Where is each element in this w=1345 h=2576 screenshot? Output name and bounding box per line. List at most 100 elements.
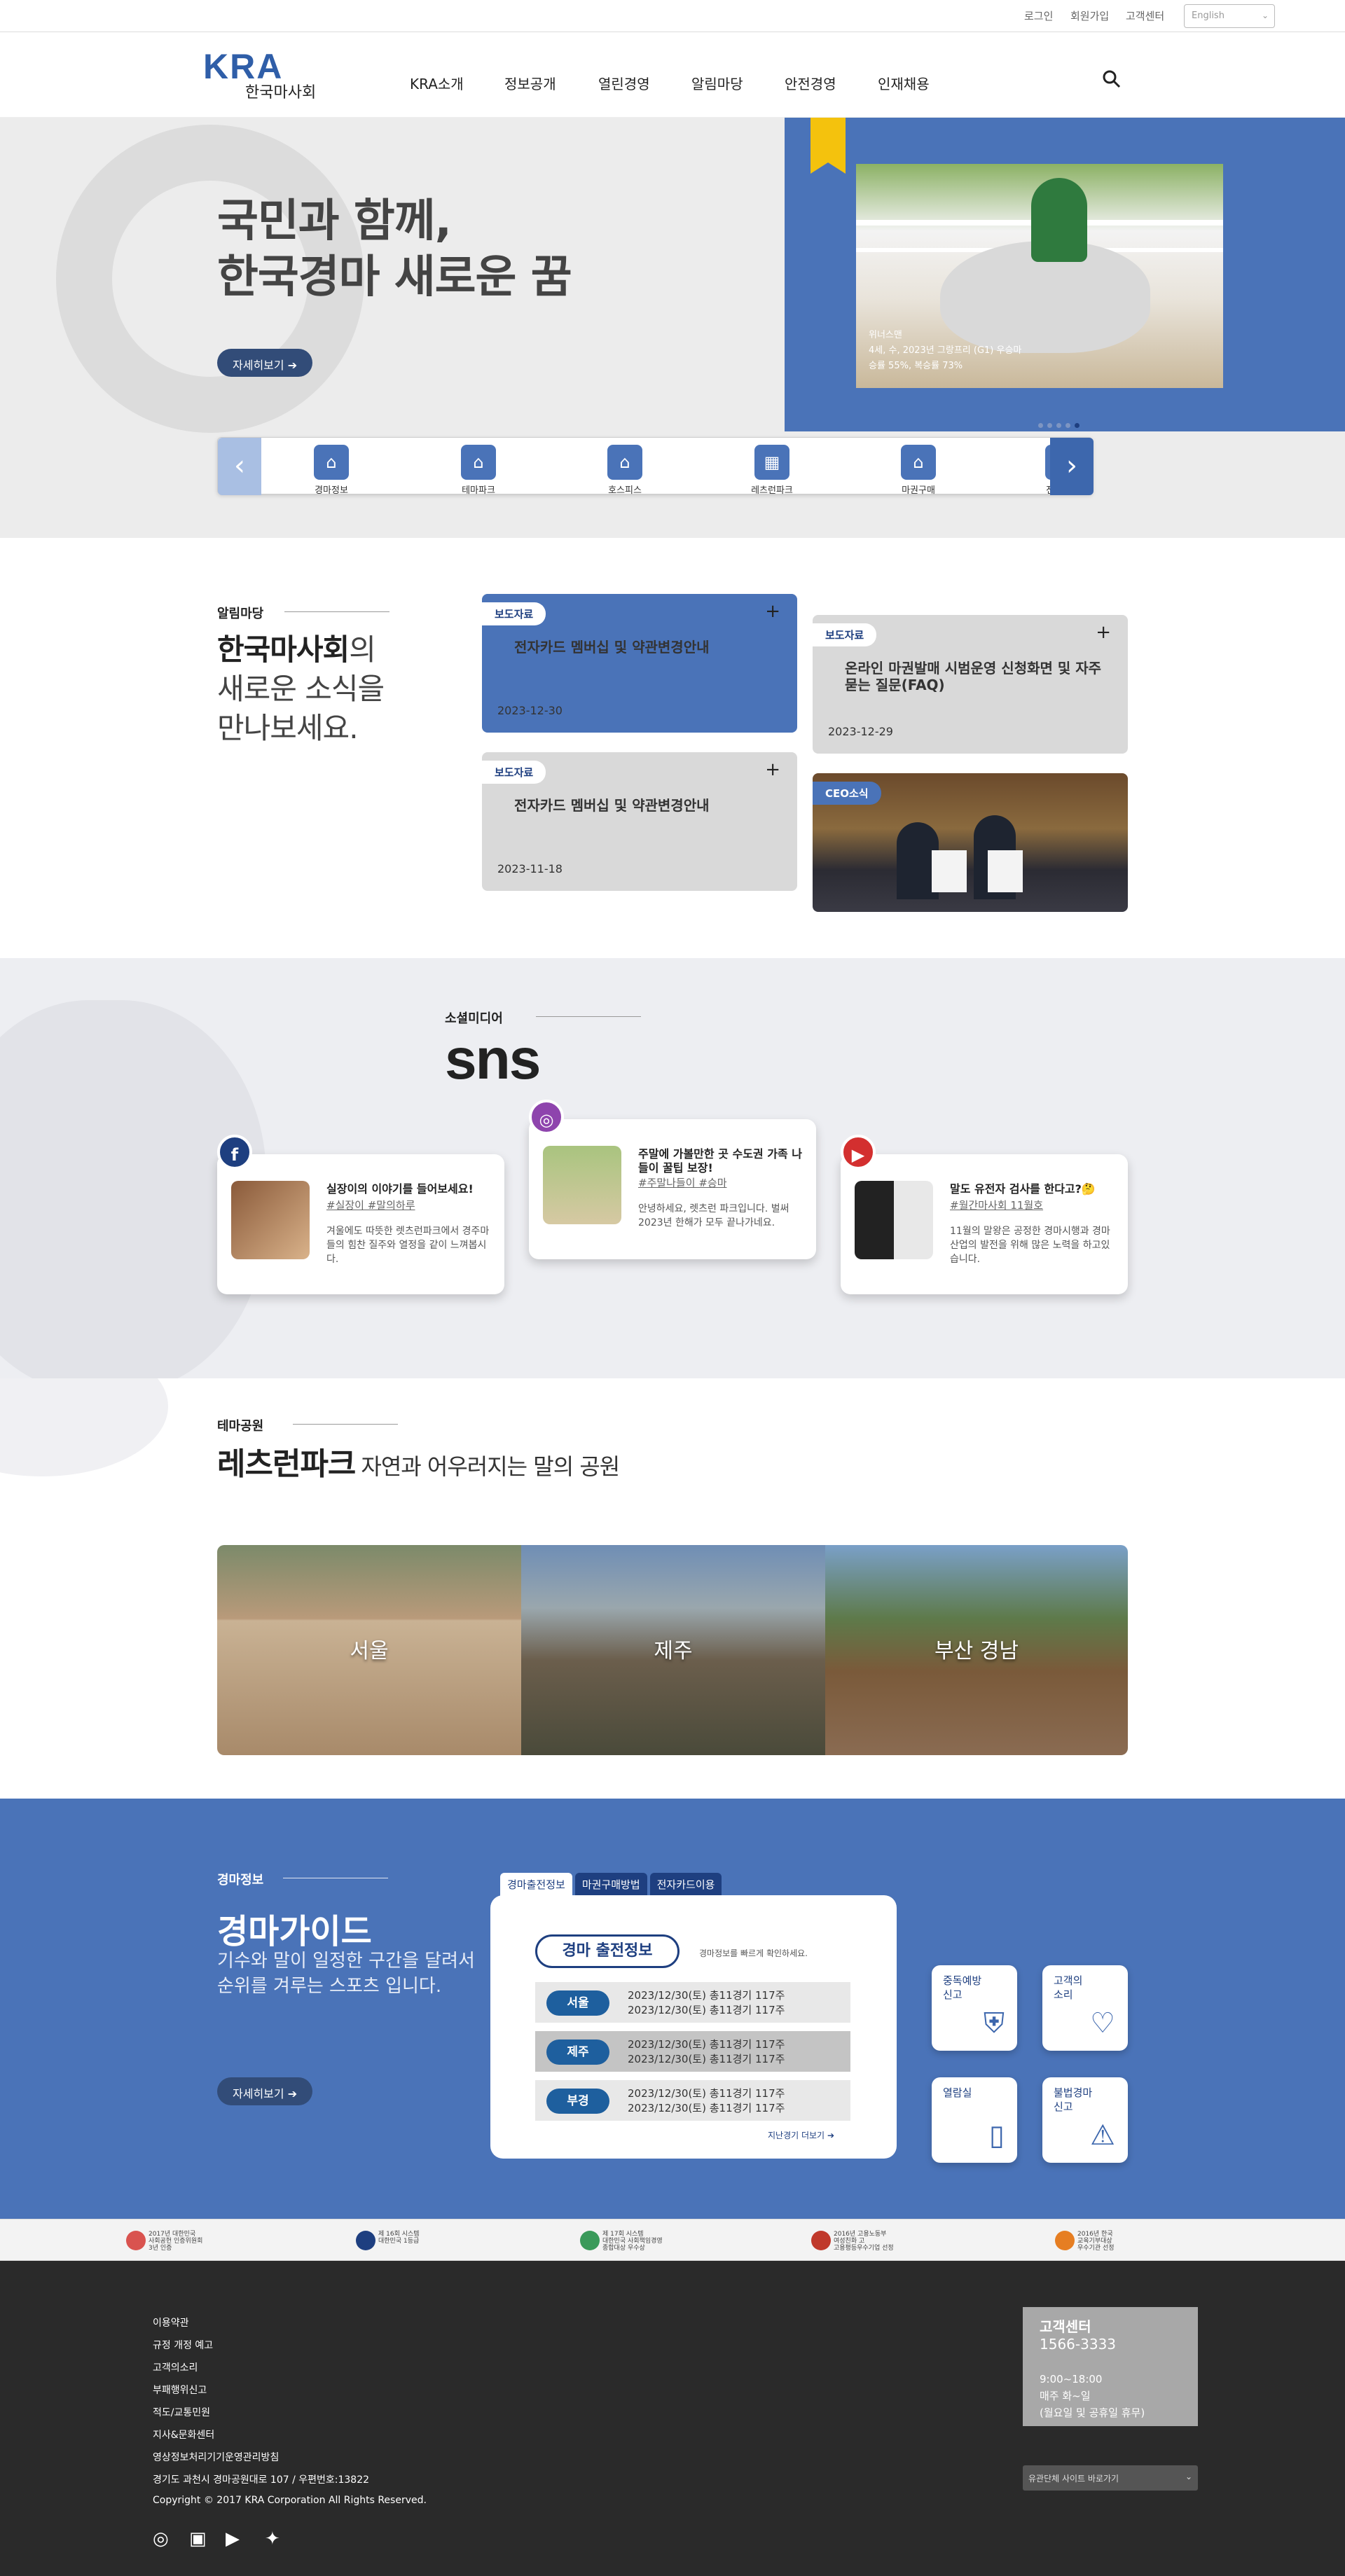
service-link[interactable]: 고객센터 (1126, 8, 1164, 23)
youtube-icon[interactable]: ▶ (226, 2528, 240, 2549)
tab-e-card[interactable]: 전자카드이용 (649, 1873, 722, 1896)
illegal-racing-report-button[interactable]: 불법경마 신고 ⚠ (1042, 2077, 1128, 2163)
sns-post-hashtags[interactable]: #실장이 #말의하루 (326, 1198, 415, 1212)
youtube-icon[interactable]: ▶ (841, 1135, 876, 1170)
racing-info-icon: ⌂ (314, 445, 349, 480)
addiction-report-button[interactable]: 중독예방 신고 ⛨ (932, 1965, 1017, 2051)
race-row-busan[interactable]: 부경 2023/12/30(토) 총11경기 117주 2023/12/30(토) … (535, 2080, 850, 2121)
past-races-link[interactable]: 지난경기 더보기 ➔ (768, 2129, 834, 2141)
news-tag-label: 알림마당 (217, 607, 264, 621)
nav-item-open-management[interactable]: 열린경영 (598, 73, 650, 93)
quick-item-betting[interactable]: ⌂ 마권구매 (876, 445, 960, 496)
language-select[interactable]: English ⌄ (1184, 4, 1275, 28)
park-jeju[interactable]: 제주 (521, 1545, 825, 1755)
news-card[interactable]: 보도자료 + 온라인 마권발매 시범운영 신청화면 및 자주 묻는 질문(FAQ… (813, 615, 1128, 754)
footer-link-corruption[interactable]: 부패행위신고 (153, 2383, 207, 2397)
plus-icon[interactable]: + (1096, 622, 1111, 643)
park-busan[interactable]: 부산 경남 (825, 1545, 1128, 1755)
slide-dot-active[interactable] (1075, 423, 1080, 428)
place-badge: 서울 (546, 1990, 609, 2016)
quick-prev-arrow-icon[interactable]: ‹ (218, 438, 261, 495)
quick-item-letsrun[interactable]: ▦ 레츠런파크 (730, 445, 814, 496)
guide-more-button[interactable]: 자세히보기 ➔ (217, 2077, 313, 2105)
sns-post-title: 주말에 가볼만한 곳 수도권 가족 나들이 꿀팁 보장! (638, 1147, 802, 1175)
family-site-select[interactable]: 유관단체 사이트 바로가기 ⌄ (1023, 2465, 1198, 2491)
themepark-icon: ⌂ (461, 445, 496, 480)
search-icon[interactable] (1101, 69, 1122, 90)
footer-link-branches[interactable]: 지사&문화센터 (153, 2428, 214, 2442)
past-races-label: 지난경기 더보기 (768, 2131, 825, 2140)
theme-title-main: 레츠런파크 (217, 1446, 356, 1482)
footer-link-rules[interactable]: 규정 개정 예고 (153, 2338, 213, 2352)
award-text: 제 17회 시스템 (602, 2231, 644, 2238)
hero-caption-stats: 승률 55%, 복승률 73% (869, 361, 963, 371)
reading-room-button[interactable]: 열람실 ▯ (932, 2077, 1017, 2163)
guide-subtitle-line1: 기수와 말이 일정한 구간을 달려서 (217, 1951, 475, 1972)
quick-item-horsepis[interactable]: ⌂ 호스피스 (583, 445, 667, 496)
ceo-news-card[interactable]: CEO소식 (813, 773, 1128, 912)
quick-item-racing[interactable]: ⌂ 경마정보 (289, 445, 373, 496)
park-seoul[interactable]: 서울 (217, 1545, 521, 1755)
chevron-down-icon: ⌄ (1261, 11, 1269, 20)
plus-icon[interactable]: + (765, 759, 780, 780)
main-header: KRA 한국마사회 KRA소개 정보공개 열린경영 알림마당 안전경영 인재채용 (0, 32, 1345, 118)
family-site-value: 유관단체 사이트 바로가기 (1028, 2474, 1119, 2484)
slide-dot[interactable] (1056, 423, 1061, 428)
news-card[interactable]: 보도자료 + 전자카드 멤버십 및 약관변경안내 2023-12-30 (482, 594, 797, 733)
award-logo-icon (1055, 2231, 1075, 2250)
instagram-icon[interactable]: ◎ (153, 2528, 169, 2549)
footer-link-terms[interactable]: 이용약관 (153, 2315, 189, 2329)
plus-icon[interactable]: + (765, 601, 780, 622)
facebook-icon[interactable]: ▣ (189, 2528, 207, 2549)
quick-menu-bar: ‹ ⌂경마정보 ⌂테마파크 ⌂호스피스 ▦레츠런파크 ⌂마권구매 ⚒전자입찰 › (217, 437, 1094, 496)
quick-item-label: 레츠런파크 (751, 485, 793, 496)
join-link[interactable]: 회원가입 (1070, 8, 1109, 23)
footer-link-traffic[interactable]: 적도/교통민원 (153, 2405, 210, 2419)
news-section: 알림마당 한국마사회의 새로운 소식을 만나보세요. 보도자료 + 전자카드 멤버십… (0, 538, 1345, 958)
youtube-post-card[interactable]: ▶ 말도 유전자 검사를 한다고?🤔 #월간마사회 11월호 11월의 말왕은 … (841, 1135, 1128, 1294)
news-title-line2: 새로운 소식을 (217, 672, 385, 706)
race-row-jeju[interactable]: 제주 2023/12/30(토) 총11경기 117주 2023/12/30(토) … (535, 2031, 850, 2072)
slide-dot[interactable] (1065, 423, 1070, 428)
instagram-post-card[interactable]: ◎ 주말에 가볼만한 곳 수도권 가족 나들이 꿀팁 보장! #주말나들이 #승… (529, 1100, 816, 1259)
instagram-icon[interactable]: ◎ (529, 1100, 564, 1135)
facebook-post-card[interactable]: f 실장이의 이야기를 들어보세요! #실장이 #말의하루 겨울에도 따뜻한 렛… (217, 1135, 504, 1294)
kra-logo[interactable]: KRA 한국마사회 (203, 46, 336, 102)
nav-item-notice[interactable]: 알림마당 (691, 73, 743, 93)
award-text: 종합대상 우수상 (602, 2245, 645, 2252)
tag-divider (293, 1424, 398, 1425)
news-card-date: 2023-11-18 (497, 862, 563, 875)
nav-item-recruit[interactable]: 인재채용 (878, 73, 930, 93)
footer-copyright: Copyright © 2017 KRA Corporation All Rig… (153, 2495, 427, 2506)
news-card[interactable]: 보도자료 + 전자카드 멤버십 및 약관변경안내 2023-11-18 (482, 752, 797, 891)
award-logo-icon (126, 2231, 146, 2250)
sns-post-hashtags[interactable]: #주말나들이 #승마 (638, 1175, 727, 1190)
sns-post-body: 겨울에도 따뜻한 렛츠런파크에서 경주마들의 힘찬 질주와 열정을 같이 느껴봅… (326, 1226, 490, 1265)
race-row-seoul[interactable]: 서울 2023/12/30(토) 총11경기 117주 2023/12/30(토) … (535, 1982, 850, 2023)
document-shape (988, 850, 1023, 892)
footer-link-cctv[interactable]: 영상정보처리기기운영관리방침 (153, 2450, 279, 2464)
square-label-line1: 중독예방 (943, 1974, 982, 1987)
quick-next-arrow-icon[interactable]: › (1050, 438, 1094, 495)
award-item: 제 17회 시스템 대한민국 사회책임경영 종합대상 우수상 (580, 2231, 663, 2252)
quick-item-themepark[interactable]: ⌂ 테마파크 (436, 445, 520, 496)
sns-post-hashtags[interactable]: #월간마사회 11월호 (950, 1198, 1043, 1212)
footer-link-voice[interactable]: 고객의소리 (153, 2360, 198, 2374)
nav-item-disclosure[interactable]: 정보공개 (504, 73, 556, 93)
news-section-tag: 알림마당 (217, 604, 389, 622)
facebook-icon[interactable]: f (217, 1135, 252, 1170)
slide-dot[interactable] (1047, 423, 1052, 428)
hero-more-button[interactable]: 자세히보기 ➔ (217, 349, 313, 377)
guide-subtitle: 기수와 말이 일정한 구간을 달려서 순위를 겨루는 스포츠 입니다. (217, 1948, 475, 1999)
nav-item-safety[interactable]: 안전경영 (785, 73, 836, 93)
news-card-tag: 보도자료 (482, 761, 546, 784)
twitter-icon[interactable]: ✦ (265, 2528, 280, 2549)
tab-race-entry[interactable]: 경마출전정보 (500, 1873, 572, 1896)
customer-voice-button[interactable]: 고객의 소리 ♡ (1042, 1965, 1128, 2051)
tab-betting-method[interactable]: 마권구매방법 (574, 1873, 647, 1896)
login-link[interactable]: 로그인 (1024, 8, 1053, 23)
news-title: 한국마사회의 새로운 소식을 만나보세요. (217, 630, 385, 748)
nav-item-about[interactable]: KRA소개 (410, 73, 464, 93)
slide-dot[interactable] (1038, 423, 1043, 428)
news-card-title: 온라인 마권발매 시범운영 신청화면 및 자주 묻는 질문(FAQ) (845, 660, 1102, 693)
